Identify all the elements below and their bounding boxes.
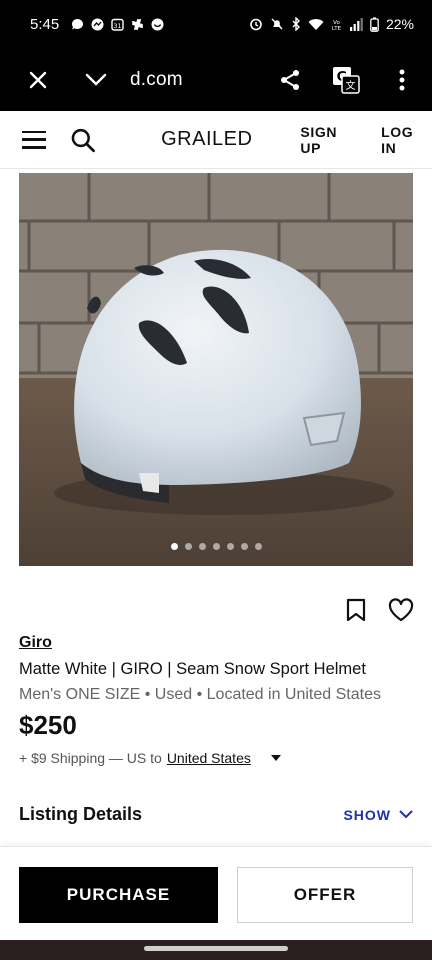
svg-text:文: 文 — [346, 79, 356, 92]
listing-price: $250 — [19, 710, 77, 740]
share-icon — [281, 69, 299, 90]
shipping-country-select[interactable]: United States — [167, 750, 251, 766]
collapse-button[interactable] — [68, 52, 124, 108]
shipping-text: + $9 Shipping — US to — [19, 750, 162, 766]
more-vert-icon — [399, 69, 405, 90]
site-header: GRAILED SIGN UP LOG IN — [0, 111, 432, 169]
home-gesture-handle[interactable] — [144, 946, 288, 951]
sign-up-link[interactable]: SIGN UP — [300, 124, 361, 156]
menu-icon[interactable] — [22, 130, 46, 149]
listing-title: Matte White | GIRO | Seam Snow Sport Hel… — [19, 660, 366, 678]
system-icons: Vo LTE 22% — [249, 16, 414, 32]
volte-icon: VoLTE — [332, 20, 342, 31]
svg-text:31: 31 — [114, 22, 122, 30]
search-icon[interactable] — [70, 127, 96, 153]
brand-link[interactable]: Giro — [19, 634, 52, 652]
close-icon — [29, 71, 47, 88]
notification-icons: 31 — [71, 18, 164, 31]
translate-icon: G文 — [333, 66, 360, 94]
listing-meta: Men's ONE SIZE • Used • Located in Unite… — [19, 686, 381, 703]
calendar-icon: 31 — [111, 18, 124, 31]
caret-down-icon[interactable] — [270, 755, 281, 761]
system-nav-bar — [0, 940, 432, 960]
shipping-info: + $9 Shipping — US to United States — [19, 750, 281, 766]
tinder-icon — [151, 18, 164, 30]
site-logo[interactable]: GRAILED — [161, 128, 252, 151]
heart-icon[interactable] — [388, 598, 414, 622]
svg-text:LTE: LTE — [332, 26, 342, 31]
signal-icon — [349, 17, 363, 31]
helmet-photo — [19, 173, 413, 566]
wifi-icon — [308, 18, 324, 30]
alarm-icon — [250, 18, 262, 31]
chevron-down-icon — [399, 810, 413, 819]
show-label: SHOW — [343, 806, 391, 823]
battery-level: 22% — [385, 16, 414, 32]
purchase-button[interactable]: PURCHASE — [19, 867, 218, 923]
carousel-dots[interactable] — [19, 543, 413, 550]
mute-icon — [271, 18, 283, 30]
show-details-toggle[interactable]: SHOW — [343, 807, 413, 823]
status-time: 5:45 — [30, 15, 60, 33]
more-options-button[interactable] — [374, 52, 430, 108]
bookmark-icon[interactable] — [346, 598, 366, 622]
listing-details-row[interactable]: Listing Details SHOW — [19, 804, 413, 825]
slack-icon — [132, 18, 144, 30]
share-button[interactable] — [262, 52, 318, 108]
battery-icon — [370, 16, 379, 32]
close-tab-button[interactable] — [10, 52, 66, 108]
chat-icon — [72, 18, 84, 29]
offer-button[interactable]: OFFER — [237, 867, 413, 923]
bluetooth-icon — [292, 17, 300, 31]
chevron-down-icon — [85, 73, 107, 86]
purchase-footer: PURCHASE OFFER — [0, 846, 432, 940]
log-in-link[interactable]: LOG IN — [381, 124, 432, 156]
messenger-icon — [91, 18, 104, 30]
product-image[interactable] — [19, 173, 413, 566]
listing-actions — [346, 598, 414, 622]
url-text[interactable]: d.com — [130, 69, 262, 91]
listing-details-label: Listing Details — [19, 804, 143, 824]
status-bar: 5:45 31 Vo LTE 22% — [0, 0, 432, 48]
browser-toolbar: d.com G文 — [0, 48, 432, 111]
translate-button[interactable]: G文 — [318, 52, 374, 108]
